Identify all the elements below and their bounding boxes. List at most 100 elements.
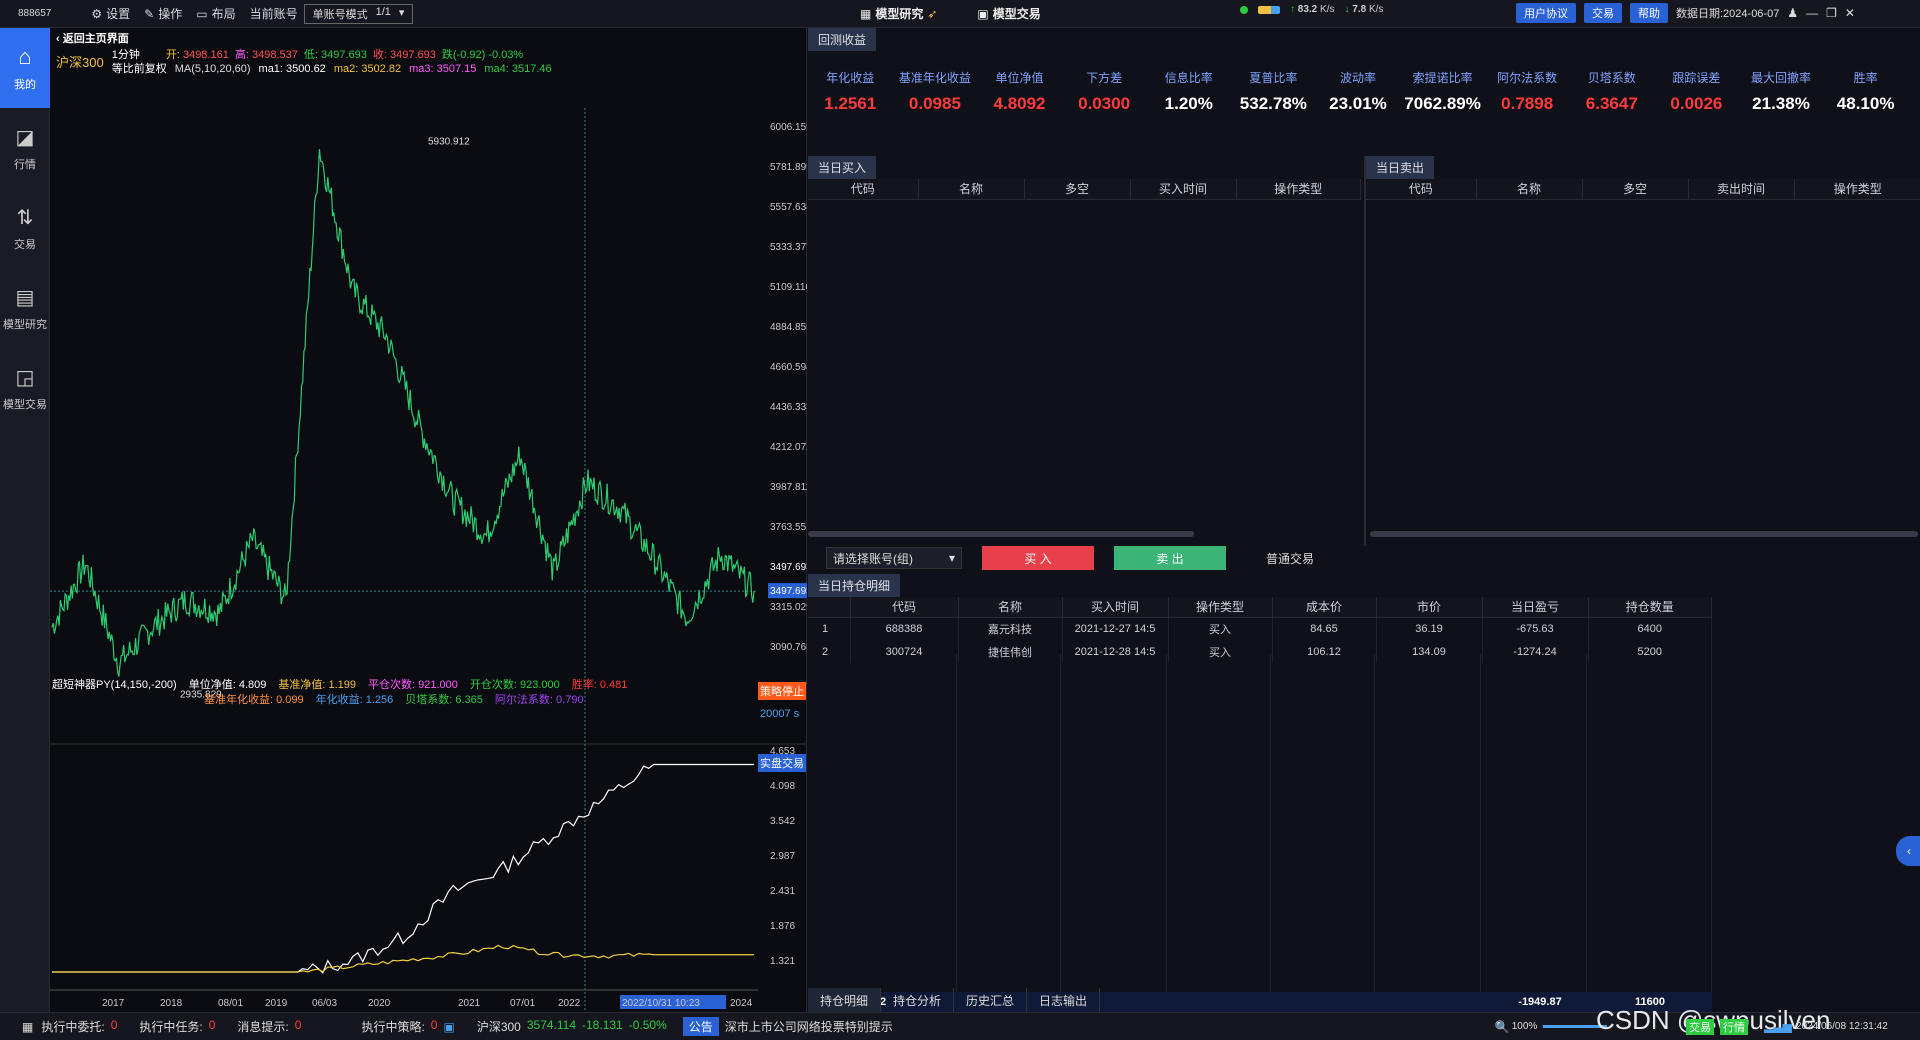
pos-col-pnl[interactable]: 当日盈亏 (1482, 597, 1589, 618)
grid-line (1166, 654, 1167, 994)
pos-col-cost[interactable]: 成本价 (1272, 597, 1377, 618)
tab-model-trade[interactable]: ▣ 模型交易 (977, 5, 1040, 22)
row1-name: 嘉元科技 (958, 617, 1063, 640)
pos-col-price[interactable]: 市价 (1376, 597, 1483, 618)
grid-line (1586, 654, 1587, 994)
tab-trade-label: 模型交易 (992, 7, 1041, 21)
sell-col-time[interactable]: 卖出时间 (1688, 179, 1795, 200)
shirt-icon[interactable]: ♟ (1787, 6, 1798, 20)
mode-select[interactable]: 单账号模式 1/1 ▾ (303, 3, 414, 24)
price-chart[interactable]: 6006.159 5781.899 5557.638 5333.377 5109.116… (50, 108, 807, 748)
layout-menu[interactable]: ▭ 布局 (196, 5, 235, 22)
metric-value: 4.8092 (993, 94, 1046, 113)
tab-backtest[interactable]: 回测收益 (808, 28, 877, 51)
messages-count: 0 (294, 1018, 302, 1032)
trade-tag[interactable]: 交易 (1686, 1019, 1714, 1035)
sell-button[interactable]: 卖 出 (1114, 546, 1226, 570)
sidebar-item-market[interactable]: ◪ 行情 (0, 108, 50, 188)
tab-history-summary[interactable]: 历史汇总 (954, 988, 1028, 1013)
pending-orders[interactable]: 执行中委托: 0 (41, 1018, 117, 1035)
table-icon[interactable]: ▦ (22, 1020, 33, 1034)
notice-text[interactable]: 深市上市公司网络投票特别提示 (725, 1018, 893, 1035)
y-tick-label: 3497.693 (770, 562, 807, 573)
metric-label: 下方差 (1086, 71, 1123, 85)
pos-col-time[interactable]: 买入时间 (1062, 597, 1169, 618)
sell-col-optype[interactable]: 操作类型 (1794, 179, 1920, 200)
pos-col-optype[interactable]: 操作类型 (1168, 597, 1273, 618)
normal-trade-link[interactable]: 普通交易 (1266, 550, 1314, 567)
buy-col-code[interactable]: 代码 (808, 179, 919, 200)
collapse-handle[interactable]: ‹ (1896, 836, 1920, 866)
download-speed: ↓ 7.8 K/s (1344, 4, 1383, 15)
tab-today-buy[interactable]: 当日买入 (808, 156, 877, 179)
tab-positions[interactable]: 当日持仓明细 (808, 574, 901, 597)
metric-4: 信息比率 1.20% (1146, 69, 1231, 114)
nav-y-tick-label: 3.542 (770, 816, 795, 827)
user-agreement-button[interactable]: 用户协议 (1516, 3, 1576, 23)
table-row[interactable]: 1 688388 嘉元科技 2021-12-27 14:5 买入 84.65 3… (808, 617, 1712, 640)
metric-10: 跟踪误差 0.0026 (1654, 69, 1739, 114)
tab-today-sell[interactable]: 当日卖出 (1366, 156, 1435, 179)
sell-scrollbar[interactable] (1370, 531, 1918, 537)
sell-col-code[interactable]: 代码 (1366, 179, 1477, 200)
settings-menu[interactable]: ⚙ 设置 (91, 5, 130, 22)
pos-col-code[interactable]: 代码 (850, 597, 959, 618)
sell-col-name[interactable]: 名称 (1476, 179, 1583, 200)
low-value: 3497.693 (320, 49, 367, 61)
ma4-value: ma4: 3517.46 (484, 63, 552, 75)
sell-col-direction[interactable]: 多空 (1582, 179, 1689, 200)
nav-y-tick-label: 1.876 (770, 921, 795, 932)
y-tick-label: 4212.072 (770, 442, 807, 453)
tab-position-analysis[interactable]: 持仓分析 (881, 988, 955, 1013)
strategy-stop-badge[interactable]: 策略停止 (758, 682, 806, 700)
positions-header: 代码 名称 买入时间 操作类型 成本价 市价 当日盈亏 持仓数量 (808, 597, 1712, 618)
chevron-down-icon: ▾ (948, 551, 955, 565)
tab-position-detail[interactable]: 持仓明细 (808, 988, 882, 1013)
layout-label: 布局 (211, 7, 236, 21)
buy-col-name[interactable]: 名称 (918, 179, 1025, 200)
period-label[interactable]: 1分钟 (112, 48, 140, 62)
buy-col-optype[interactable]: 操作类型 (1236, 179, 1361, 200)
pos-col-qty[interactable]: 持仓数量 (1588, 597, 1712, 618)
up-value: 83.2 (1297, 4, 1318, 15)
market-tag[interactable]: 行情 (1720, 1019, 1748, 1035)
messages[interactable]: 消息提示: 0 (237, 1018, 301, 1035)
open-count: 开仓次数: 923.000 (469, 679, 560, 691)
buy-button[interactable]: 买 入 (982, 546, 1094, 570)
tab-log-output[interactable]: 日志输出 (1027, 988, 1101, 1013)
sidebar-item-mine[interactable]: ⌂ 我的 (0, 28, 50, 108)
help-button[interactable]: 帮助 (1630, 3, 1668, 23)
operate-menu[interactable]: ✎ 操作 (144, 5, 182, 22)
y-tick-label: 3763.551 (770, 522, 807, 533)
zoom-icon[interactable]: 🔍 (1495, 1020, 1510, 1034)
strategies[interactable]: 执行中策略: 0 (361, 1018, 437, 1035)
trade-button[interactable]: 交易 (1584, 3, 1622, 23)
buy-col-time[interactable]: 买入时间 (1130, 179, 1237, 200)
account-id: 888657 (18, 8, 52, 19)
tab-model-research[interactable]: ▦ 模型研究 ➶ (860, 5, 937, 22)
sidebar-label-model-trade: 模型交易 (3, 398, 47, 411)
restore-icon[interactable]: ❐ (1826, 6, 1837, 20)
sidebar-item-model-trade[interactable]: ◲ 模型交易 (0, 348, 50, 428)
metric-value: 0.0985 (908, 94, 961, 113)
minimize-icon[interactable]: — (1806, 6, 1818, 20)
pending-tasks[interactable]: 执行中任务: 0 (139, 1018, 215, 1035)
account-select[interactable]: 请选择账号(组) ▾ (826, 547, 962, 569)
back-link[interactable]: ‹ 返回主页界面 (56, 32, 796, 46)
nav-chart[interactable]: 4.653 4.098 3.542 2.987 2.431 1.876 1.321 2017 2… (50, 712, 807, 1012)
buy-scrollbar[interactable] (808, 531, 1194, 537)
pos-col-name[interactable]: 名称 (958, 597, 1063, 618)
up-arrow-icon: ↑ (1290, 4, 1295, 15)
metric-6: 波动率 23.01% (1316, 69, 1401, 114)
close-icon[interactable]: ✕ (1845, 6, 1855, 20)
buy-col-direction[interactable]: 多空 (1024, 179, 1131, 200)
index-quote[interactable]: 沪深300 3574.114 -18.131 -0.50% (477, 1018, 667, 1035)
metric-label: 单位净值 (995, 71, 1044, 85)
sidebar-item-trade[interactable]: ⇅ 交易 (0, 188, 50, 268)
x-tick-label: 2022 (558, 998, 581, 1009)
adjust-label[interactable]: 等比前复权 (112, 62, 167, 76)
bench-nav-value: 基准净值: 1.199 (278, 679, 356, 691)
bottom-tabs: 持仓明细 持仓分析 历史汇总 日志输出 (808, 988, 1101, 1013)
x-tick-label: 2024 (730, 998, 753, 1009)
sidebar-item-research[interactable]: ▤ 模型研究 (0, 268, 50, 348)
